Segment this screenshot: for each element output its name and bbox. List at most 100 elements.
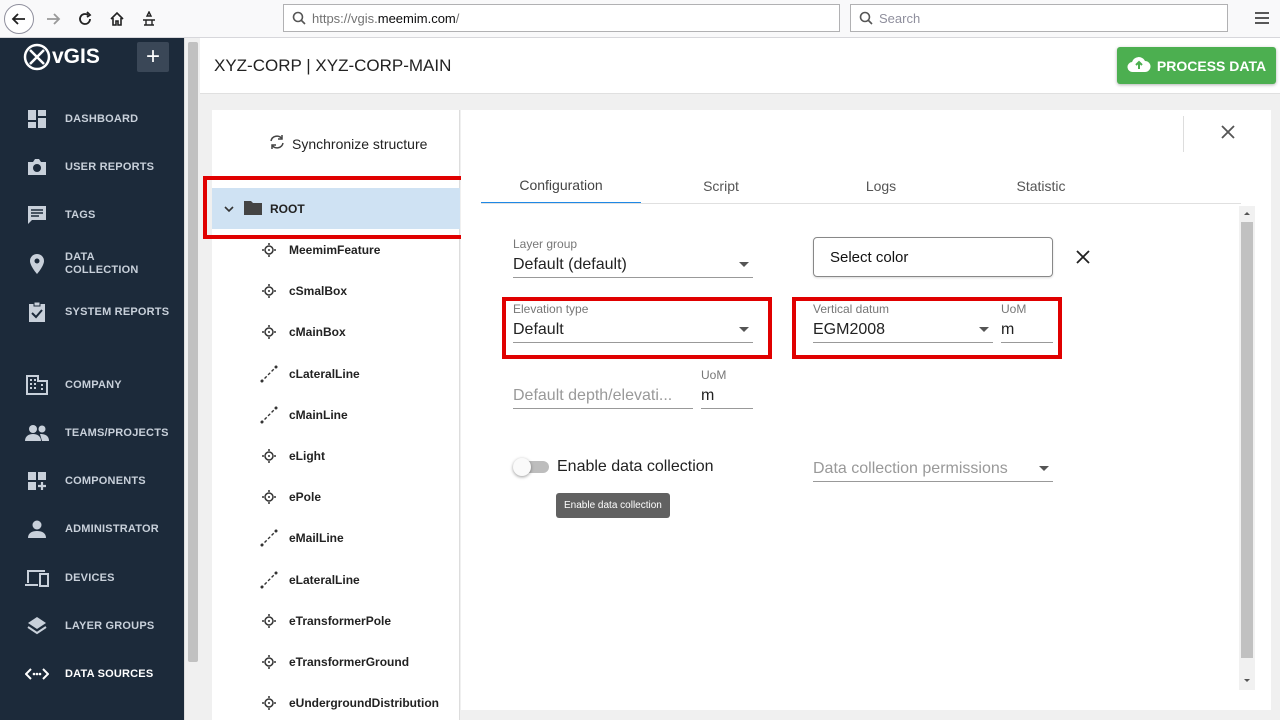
sidebar-item-company[interactable]: COMPANY (0, 365, 184, 405)
select-color-button[interactable]: Select color (813, 237, 1053, 277)
sidebar-label: LAYER GROUPS (65, 619, 155, 632)
app-sidebar: vGIS + DASHBOARD USER REPORTS TAGS DATA C… (0, 38, 184, 720)
sidebar-label: DEVICES (65, 571, 115, 584)
tree-item[interactable]: cMainBox (258, 322, 346, 342)
tree-item-label: cMainBox (289, 325, 346, 340)
browser-toolbar: https://vgis. meemim.com / Search (0, 0, 1280, 38)
sidebar-label: DASHBOARD (65, 112, 139, 125)
people-icon (25, 422, 49, 444)
dashboard-icon (25, 108, 49, 130)
add-button[interactable]: + (137, 42, 169, 72)
line-feature-icon (258, 570, 280, 590)
tree-item[interactable]: cSmalBox (258, 281, 347, 301)
sidebar-label: TAGS (65, 208, 96, 221)
tree-item[interactable]: MeemimFeature (258, 240, 380, 260)
bookmark-shelf-icon[interactable] (134, 4, 164, 34)
data-collection-permissions-placeholder: Data collection permissions (813, 459, 1008, 477)
synchronize-structure-button[interactable]: Synchronize structure (268, 134, 427, 153)
tooltip: Enable data collection (556, 493, 670, 518)
back-arrow-icon[interactable] (4, 4, 34, 34)
default-depth-input[interactable]: Default depth/elevati... (513, 368, 693, 409)
sidebar-item-user-reports[interactable]: USER REPORTS (0, 147, 184, 187)
comment-icon (25, 204, 49, 226)
cloud-upload-icon (1127, 55, 1151, 76)
sidebar-item-data-collection[interactable]: DATA COLLECTION (0, 244, 184, 284)
point-feature-icon (258, 613, 280, 629)
home-icon[interactable] (102, 4, 132, 34)
tree-item[interactable]: ePole (258, 487, 321, 507)
sidebar-item-teams-projects[interactable]: TEAMS/PROJECTS (0, 413, 184, 453)
close-icon[interactable] (1216, 120, 1240, 144)
tree-item[interactable]: eMailLine (258, 528, 344, 548)
enable-data-collection-toggle[interactable] (513, 458, 549, 476)
sync-icon (268, 134, 286, 153)
elevation-type-select[interactable]: Elevation type Default (513, 302, 753, 343)
sidebar-label: DATA (65, 251, 95, 263)
url-suffix: / (455, 10, 460, 26)
tab-script[interactable]: Script (641, 168, 801, 204)
tree-item[interactable]: cMainLine (258, 405, 348, 425)
dropdown-arrow-icon (1039, 466, 1049, 471)
sidebar-item-tags[interactable]: TAGS (0, 195, 184, 235)
sidebar-item-dashboard[interactable]: DASHBOARD (0, 99, 184, 139)
tree-item[interactable]: eLateralLine (258, 570, 360, 590)
tab-statistic[interactable]: Statistic (961, 168, 1121, 204)
uom-label: UoM (701, 368, 727, 382)
vgis-logo[interactable]: vGIS (22, 42, 100, 72)
sidebar-scrollbar[interactable] (184, 38, 200, 720)
process-data-button[interactable]: PROCESS DATA (1117, 47, 1276, 84)
sidebar-item-data-sources[interactable]: DATA SOURCES (0, 654, 184, 694)
page-title: XYZ-CORP | XYZ-CORP-MAIN (214, 56, 452, 75)
clear-color-close-icon[interactable] (1072, 246, 1094, 268)
tree-item-label: cMainLine (289, 407, 348, 422)
person-icon (25, 518, 49, 540)
uom-label: UoM (1001, 302, 1027, 316)
sidebar-scroll-thumb[interactable] (188, 42, 198, 662)
data-collection-permissions-select[interactable]: Data collection permissions (813, 441, 1053, 482)
reload-icon[interactable] (70, 4, 100, 34)
tree-root-label: ROOT (270, 201, 305, 216)
tree-root-node[interactable]: ROOT (212, 188, 460, 229)
sidebar-item-layer-groups[interactable]: LAYER GROUPS (0, 606, 184, 646)
tree-item[interactable]: eUndergroundDistribution (258, 693, 439, 713)
config-scroll-thumb[interactable] (1241, 222, 1253, 658)
components-icon (25, 470, 49, 492)
tab-configuration[interactable]: Configuration (481, 168, 641, 204)
sidebar-item-devices[interactable]: DEVICES (0, 558, 184, 598)
tree-item-label: eLight (289, 449, 325, 463)
forward-arrow-icon[interactable] (38, 4, 68, 34)
sidebar-item-components[interactable]: COMPONENTS (0, 461, 184, 501)
tree-item-label: cSmalBox (289, 284, 348, 299)
line-feature-icon (258, 405, 280, 425)
layer-group-select[interactable]: Layer group Default (default) (513, 237, 753, 278)
scroll-down-icon[interactable] (1239, 674, 1255, 688)
tree-item[interactable]: eLight (258, 446, 325, 466)
url-bar[interactable]: https://vgis. meemim.com / (283, 4, 840, 32)
sidebar-label: USER REPORTS (65, 160, 155, 173)
tree-item[interactable]: eTransformerGround (258, 652, 409, 672)
tree-item[interactable]: eTransformerPole (258, 611, 391, 631)
sidebar-item-system-reports[interactable]: SYSTEM REPORTS (0, 292, 184, 332)
camera-icon (25, 156, 49, 178)
url-prefix: https://vgis. (312, 10, 378, 26)
sidebar-label: ADMINISTRATOR (65, 522, 159, 535)
sidebar-label: DATA SOURCES (65, 667, 154, 680)
devices-icon (25, 567, 49, 589)
config-scrollbar[interactable] (1239, 206, 1255, 690)
line-feature-icon (258, 528, 280, 548)
chevron-down-icon[interactable] (224, 202, 238, 216)
clipboard-check-icon (25, 301, 49, 323)
toggle-knob (513, 458, 531, 476)
scroll-up-icon[interactable] (1239, 206, 1255, 220)
vertical-datum-select[interactable]: Vertical datum EGM2008 (813, 302, 993, 343)
tab-logs[interactable]: Logs (801, 168, 961, 204)
layer-group-label: Layer group (513, 237, 578, 251)
uom-input-1[interactable]: UoM m (1001, 302, 1053, 343)
tree-item[interactable]: cLateralLine (258, 364, 360, 384)
browser-search-input[interactable]: Search (850, 4, 1228, 32)
sidebar-item-administrator[interactable]: ADMINISTRATOR (0, 509, 184, 549)
tree-item-label: eUndergroundDistribution (289, 696, 439, 711)
building-icon (25, 374, 49, 396)
uom-input-2[interactable]: UoM m (701, 368, 753, 409)
hamburger-menu-icon[interactable] (1250, 6, 1274, 30)
